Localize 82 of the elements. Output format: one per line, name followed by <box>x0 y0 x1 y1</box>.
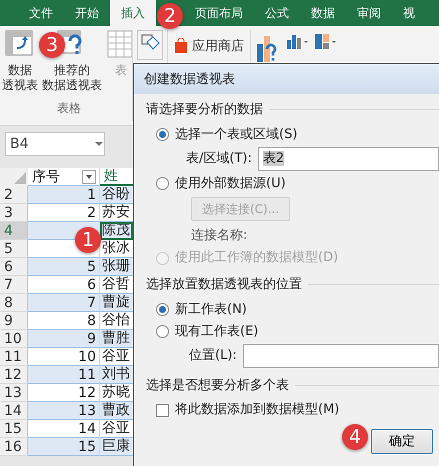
table-cell: 1 <box>28 186 100 204</box>
section-heading: 选择放置数据透视表的位置 <box>146 275 439 294</box>
radio-label[interactable]: 使用外部数据源(U) <box>175 174 286 194</box>
table-cell: 苏安 <box>100 204 133 222</box>
table-cell: 14 <box>28 420 100 438</box>
radio-button[interactable] <box>156 303 169 316</box>
table-cell: 9 <box>28 330 100 348</box>
table-cell: 谷怡 <box>100 312 133 330</box>
ribbon-tab[interactable]: 开始 <box>64 0 110 26</box>
radio-label[interactable]: 现有工作表(E) <box>175 322 258 342</box>
table-cell: 12 <box>28 384 100 402</box>
table-cell: 5 <box>28 258 100 276</box>
shopping-bag-icon <box>174 38 188 54</box>
table-cell: 苏晓 <box>100 384 133 402</box>
ribbon-tab[interactable]: 数据 <box>300 0 346 26</box>
input-field[interactable] <box>242 344 439 368</box>
table-cell: 谷哲 <box>100 276 133 294</box>
table-cell: 张珊 <box>100 258 133 276</box>
column-header[interactable]: 序号 <box>28 168 100 186</box>
field-label: 表/区域(T): <box>186 150 252 168</box>
group-label: 表格 <box>57 100 81 117</box>
field-label: 位置(L): <box>189 347 237 366</box>
table-cell: 曹政 <box>100 402 133 420</box>
ribbon-tab[interactable]: 审阅 <box>346 0 392 26</box>
ribbon-tab[interactable]: 公式 <box>254 0 300 26</box>
table-cell: 谷亚 <box>100 348 133 366</box>
row-header[interactable]: 13 <box>0 384 28 402</box>
section-heading: 请选择要分析的数据 <box>146 100 439 120</box>
table-cell: 谷亚 <box>100 420 133 438</box>
row-header[interactable]: 8 <box>0 294 28 312</box>
row-header[interactable]: 10 <box>0 330 28 348</box>
radio-button[interactable] <box>156 325 169 338</box>
ribbon-tab[interactable]: 视 <box>392 0 426 26</box>
table-cell: 刘书 <box>100 366 133 384</box>
checkbox-label[interactable]: 将此数据添加到数据模型(M) <box>175 400 340 420</box>
row-header[interactable]: 9 <box>0 312 28 330</box>
ribbon-tab[interactable]: 文件 <box>18 0 64 26</box>
radio-label[interactable]: 新工作表(N) <box>175 300 247 320</box>
table-cell: 2 <box>28 204 100 222</box>
ok-button[interactable]: 确定 <box>371 429 433 454</box>
row-header[interactable]: 14 <box>0 402 28 420</box>
table-cell: 谷盼 <box>100 186 133 204</box>
table-cell: 11 <box>28 366 100 384</box>
table-cell: 巨康 <box>100 438 133 456</box>
row-header[interactable]: 4 <box>0 222 28 240</box>
row-header[interactable]: 3 <box>0 204 28 222</box>
table-cell: 6 <box>28 276 100 294</box>
row-header[interactable]: 15 <box>0 420 28 438</box>
radio-button[interactable] <box>156 177 169 190</box>
row-header[interactable]: 16 <box>0 438 28 456</box>
table-cell: 15 <box>28 438 100 456</box>
dialog-title: 创建数据透视表 <box>134 64 439 94</box>
ribbon-button[interactable] <box>137 30 163 60</box>
row-header[interactable]: 12 <box>0 366 28 384</box>
hierarchy-chart-icon[interactable] <box>313 32 337 50</box>
app-store-button[interactable]: 应用商店 <box>172 36 246 56</box>
checkbox[interactable] <box>156 404 169 416</box>
row-header[interactable]: 2 <box>0 186 28 204</box>
row-header[interactable]: 6 <box>0 258 28 276</box>
name-box[interactable]: B4 <box>5 132 105 156</box>
table-cell: 13 <box>28 402 100 420</box>
table-cell: 10 <box>28 348 100 366</box>
ribbon-tab[interactable]: 页面布局 <box>184 0 254 26</box>
table-cell: 8 <box>28 312 100 330</box>
column-header[interactable]: 姓 <box>100 168 133 186</box>
filter-dropdown-icon[interactable] <box>82 170 96 184</box>
section-heading: 选择是否想要分析多个表 <box>146 376 439 395</box>
row-header[interactable]: 5 <box>0 240 28 258</box>
dropdown-icon <box>94 141 104 147</box>
table-cell: 曹胜 <box>100 330 133 348</box>
table-cell: 7 <box>28 294 100 312</box>
input-field[interactable]: 表2 <box>258 147 439 171</box>
table-cell: 张冰 <box>100 240 133 258</box>
table-cell: 曹旋 <box>100 294 133 312</box>
connection-name-label: 连接名称: <box>191 228 248 242</box>
ribbon-button[interactable]: 数据 透视表 <box>0 26 40 95</box>
row-header[interactable]: 11 <box>0 348 28 366</box>
column-chart-icon[interactable] <box>285 32 309 50</box>
ribbon-tab[interactable]: 插入 <box>110 0 156 26</box>
row-header[interactable]: 7 <box>0 276 28 294</box>
radio-button[interactable] <box>156 128 169 141</box>
radio-label[interactable]: 选择一个表或区域(S) <box>175 124 298 144</box>
